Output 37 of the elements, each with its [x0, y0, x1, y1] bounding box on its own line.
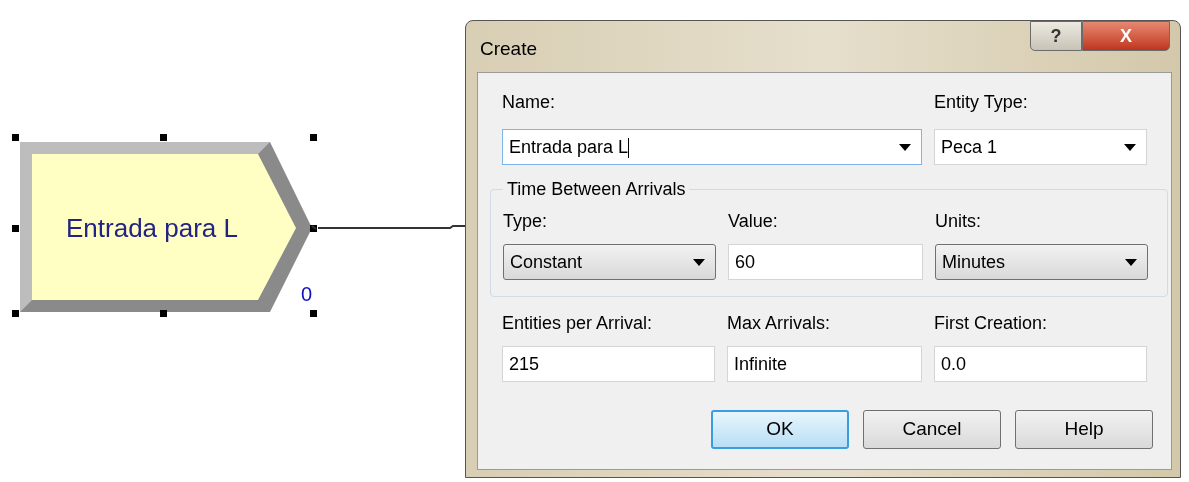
- dropdown-arrow-icon: [1124, 143, 1136, 151]
- selection-handle[interactable]: [310, 310, 317, 317]
- text-field[interactable]: 215: [502, 346, 715, 382]
- dropdown-arrow-icon: [693, 258, 705, 266]
- dropdown-arrow-icon: [1125, 258, 1137, 266]
- field-label: Name:: [502, 91, 556, 113]
- selection-handle[interactable]: [12, 225, 19, 232]
- dropdown[interactable]: Constant: [503, 244, 716, 280]
- dialog-button[interactable]: Help: [1015, 410, 1153, 449]
- close-button[interactable]: X: [1082, 21, 1170, 51]
- text-field[interactable]: 60: [728, 244, 923, 280]
- create-module-shape[interactable]: [20, 142, 312, 312]
- selection-handle[interactable]: [160, 134, 167, 141]
- window-title: Create: [480, 37, 538, 61]
- field-label: Type:: [503, 210, 549, 232]
- field-label: Units:: [935, 210, 982, 232]
- combo-box[interactable]: Entrada para L: [502, 129, 922, 165]
- dropdown-arrow-icon: [899, 143, 911, 151]
- counter-label: 0: [301, 282, 313, 306]
- dialog-button[interactable]: Cancel: [863, 410, 1001, 449]
- text-field[interactable]: Infinite: [727, 346, 922, 382]
- selection-handle[interactable]: [310, 134, 317, 141]
- field-label: First Creation:: [934, 312, 1049, 334]
- selection-handle[interactable]: [12, 310, 19, 317]
- field-label: Max Arrivals:: [727, 312, 832, 334]
- module-label: Entrada para L: [66, 212, 238, 244]
- combo-box[interactable]: Peca 1: [934, 129, 1147, 165]
- dialog-button[interactable]: OK: [711, 410, 849, 449]
- field-label: Entity Type:: [934, 91, 1029, 113]
- field-label: Value:: [728, 210, 779, 232]
- field-label: Entities per Arrival:: [502, 312, 654, 334]
- selection-handle[interactable]: [12, 134, 19, 141]
- help-button[interactable]: ?: [1030, 21, 1082, 51]
- text-field[interactable]: 0.0: [934, 346, 1147, 382]
- selection-handle[interactable]: [160, 310, 167, 317]
- dropdown[interactable]: Minutes: [935, 244, 1148, 280]
- selection-handle[interactable]: [310, 225, 317, 232]
